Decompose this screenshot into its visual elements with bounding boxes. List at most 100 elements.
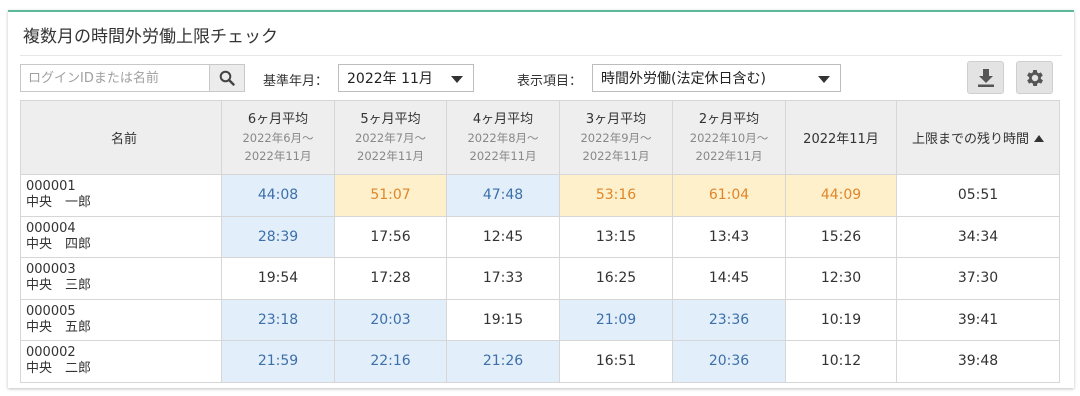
column-to: 2022年11月 <box>695 148 763 163</box>
overtime-value-cell: 19:15 <box>446 298 560 341</box>
chevron-down-icon <box>451 76 463 83</box>
search-button[interactable] <box>209 64 245 92</box>
search-input[interactable] <box>20 64 209 92</box>
divider <box>20 55 1062 56</box>
base-month-select[interactable]: 2022年 11月 <box>338 64 474 92</box>
column-title: 6ヶ月平均 <box>247 111 309 127</box>
column-to: 2022年11月 <box>244 148 312 163</box>
overtime-value-cell: 16:25 <box>559 257 673 300</box>
column-header-4month[interactable]: 4ヶ月平均 2022年8月～ 2022年11月 <box>446 100 560 175</box>
display-item-value: 時間外労働(法定休日含む) <box>601 71 766 87</box>
overtime-value-cell: 28:39 <box>221 215 335 258</box>
column-header-remaining[interactable]: 上限までの残り時間 <box>896 100 1060 175</box>
table-body: 000001 中央 一郎 44:08 51:07 47:48 53:16 61:04 44:0… <box>20 174 1060 383</box>
search-box <box>20 64 245 92</box>
overtime-value-cell: 15:26 <box>785 215 897 258</box>
overtime-value-cell: 17:28 <box>334 257 447 300</box>
column-header-name[interactable]: 名前 <box>20 100 222 175</box>
base-month-label: 基準年月： <box>263 74 329 89</box>
column-from: 2022年6月～ <box>242 130 314 145</box>
overtime-value-cell: 13:15 <box>559 215 673 258</box>
base-month-value: 2022年 11月 <box>347 71 433 87</box>
column-header-5month[interactable]: 5ヶ月平均 2022年7月～ 2022年11月 <box>334 100 447 175</box>
column-title: 3ヶ月平均 <box>585 111 647 127</box>
column-from: 2022年9月～ <box>580 130 652 145</box>
overtime-value-cell: 12:45 <box>446 215 560 258</box>
overtime-value-cell: 17:33 <box>446 257 560 300</box>
remaining-time-cell: 34:34 <box>896 215 1060 258</box>
employee-name: 中央 一郎 <box>26 195 92 211</box>
overtime-value-cell: 10:12 <box>785 340 897 383</box>
remaining-header-label: 上限までの残り時間 <box>911 132 1029 147</box>
employee-cell: 000005 中央 五郎 <box>20 298 222 341</box>
column-title: 4ヶ月平均 <box>472 111 534 127</box>
panel-title: 複数月の時間外労働上限チェック <box>23 27 278 47</box>
overtime-value-cell: 47:48 <box>446 174 560 217</box>
overtime-value-cell: 19:54 <box>221 257 335 300</box>
overtime-value-cell: 51:07 <box>334 174 447 217</box>
chevron-down-icon <box>818 76 830 83</box>
settings-button[interactable] <box>1016 61 1053 94</box>
overtime-value-cell: 21:26 <box>446 340 560 383</box>
remaining-time-cell: 37:30 <box>896 257 1060 300</box>
download-icon <box>977 68 994 87</box>
employee-id: 000004 <box>26 220 76 236</box>
table-row[interactable]: 000003 中央 三郎 19:54 17:28 17:33 16:25 14:45 12:3… <box>20 257 1060 300</box>
employee-cell: 000004 中央 四郎 <box>20 215 222 258</box>
overtime-value-cell: 22:16 <box>334 340 447 383</box>
overtime-value-cell: 12:30 <box>785 257 897 300</box>
table-row[interactable]: 000001 中央 一郎 44:08 51:07 47:48 53:16 61:04 44:0… <box>20 174 1060 217</box>
employee-cell: 000001 中央 一郎 <box>20 174 222 217</box>
employee-name: 中央 五郎 <box>26 319 92 335</box>
table-header-row: 名前 6ヶ月平均 2022年6月～ 2022年11月 5ヶ月平均 2022年7月… <box>20 100 1060 175</box>
overtime-value-cell: 13:43 <box>672 215 786 258</box>
employee-id: 000005 <box>26 303 76 319</box>
column-to: 2022年11月 <box>357 148 424 163</box>
download-button[interactable] <box>967 61 1004 94</box>
search-icon <box>219 70 235 86</box>
overtime-check-panel: 複数月の時間外労働上限チェック 基準年月： 2022年 11月 表示項目： 時間… <box>8 10 1074 388</box>
overtime-value-cell: 16:51 <box>559 340 673 383</box>
employee-id: 000001 <box>26 179 76 195</box>
overtime-value-cell: 23:18 <box>221 298 335 341</box>
column-title: 2ヶ月平均 <box>698 111 760 127</box>
remaining-time-cell: 39:41 <box>896 298 1060 341</box>
column-header-month[interactable]: 2022年11月 <box>785 100 897 175</box>
column-to: 2022年11月 <box>469 148 537 163</box>
overtime-value-cell: 20:03 <box>334 298 447 341</box>
column-header-6month[interactable]: 6ヶ月平均 2022年6月～ 2022年11月 <box>221 100 335 175</box>
overtime-value-cell: 61:04 <box>672 174 786 217</box>
overtime-value-cell: 10:19 <box>785 298 897 341</box>
column-header-3month[interactable]: 3ヶ月平均 2022年9月～ 2022年11月 <box>559 100 673 175</box>
employee-name: 中央 三郎 <box>26 278 92 294</box>
employee-cell: 000003 中央 三郎 <box>20 257 222 300</box>
overtime-value-cell: 53:16 <box>559 174 673 217</box>
overtime-value-cell: 14:45 <box>672 257 786 300</box>
column-to: 2022年11月 <box>582 148 650 163</box>
remaining-time-cell: 39:48 <box>896 340 1060 383</box>
column-from: 2022年7月～ <box>354 130 427 145</box>
overtime-value-cell: 21:59 <box>221 340 335 383</box>
overtime-value-cell: 44:09 <box>785 174 897 217</box>
display-item-select[interactable]: 時間外労働(法定休日含む) <box>592 64 841 92</box>
overtime-value-cell: 17:56 <box>334 215 447 258</box>
display-item-label: 表示項目： <box>517 74 583 89</box>
table-row[interactable]: 000004 中央 四郎 28:39 17:56 12:45 13:15 13:43 15:2… <box>20 215 1060 258</box>
employee-cell: 000002 中央 二郎 <box>20 340 222 383</box>
table-row[interactable]: 000005 中央 五郎 23:18 20:03 19:15 21:09 23:36 10:1… <box>20 298 1060 341</box>
employee-name: 中央 四郎 <box>26 236 92 252</box>
column-header-2month[interactable]: 2ヶ月平均 2022年10月～ 2022年11月 <box>672 100 786 175</box>
overtime-table: 名前 6ヶ月平均 2022年6月～ 2022年11月 5ヶ月平均 2022年7月… <box>20 100 1060 383</box>
sort-ascending-icon <box>1034 135 1044 142</box>
table-row[interactable]: 000002 中央 二郎 21:59 22:16 21:26 16:51 20:36 10:1… <box>20 340 1060 383</box>
overtime-value-cell: 20:36 <box>672 340 786 383</box>
employee-id: 000002 <box>26 345 76 361</box>
column-from: 2022年10月～ <box>689 130 769 145</box>
overtime-value-cell: 44:08 <box>221 174 335 217</box>
gear-icon <box>1026 69 1043 86</box>
column-title: 5ヶ月平均 <box>360 111 421 127</box>
overtime-value-cell: 23:36 <box>672 298 786 341</box>
column-from: 2022年8月～ <box>467 130 539 145</box>
remaining-time-cell: 05:51 <box>896 174 1060 217</box>
employee-id: 000003 <box>26 262 76 278</box>
